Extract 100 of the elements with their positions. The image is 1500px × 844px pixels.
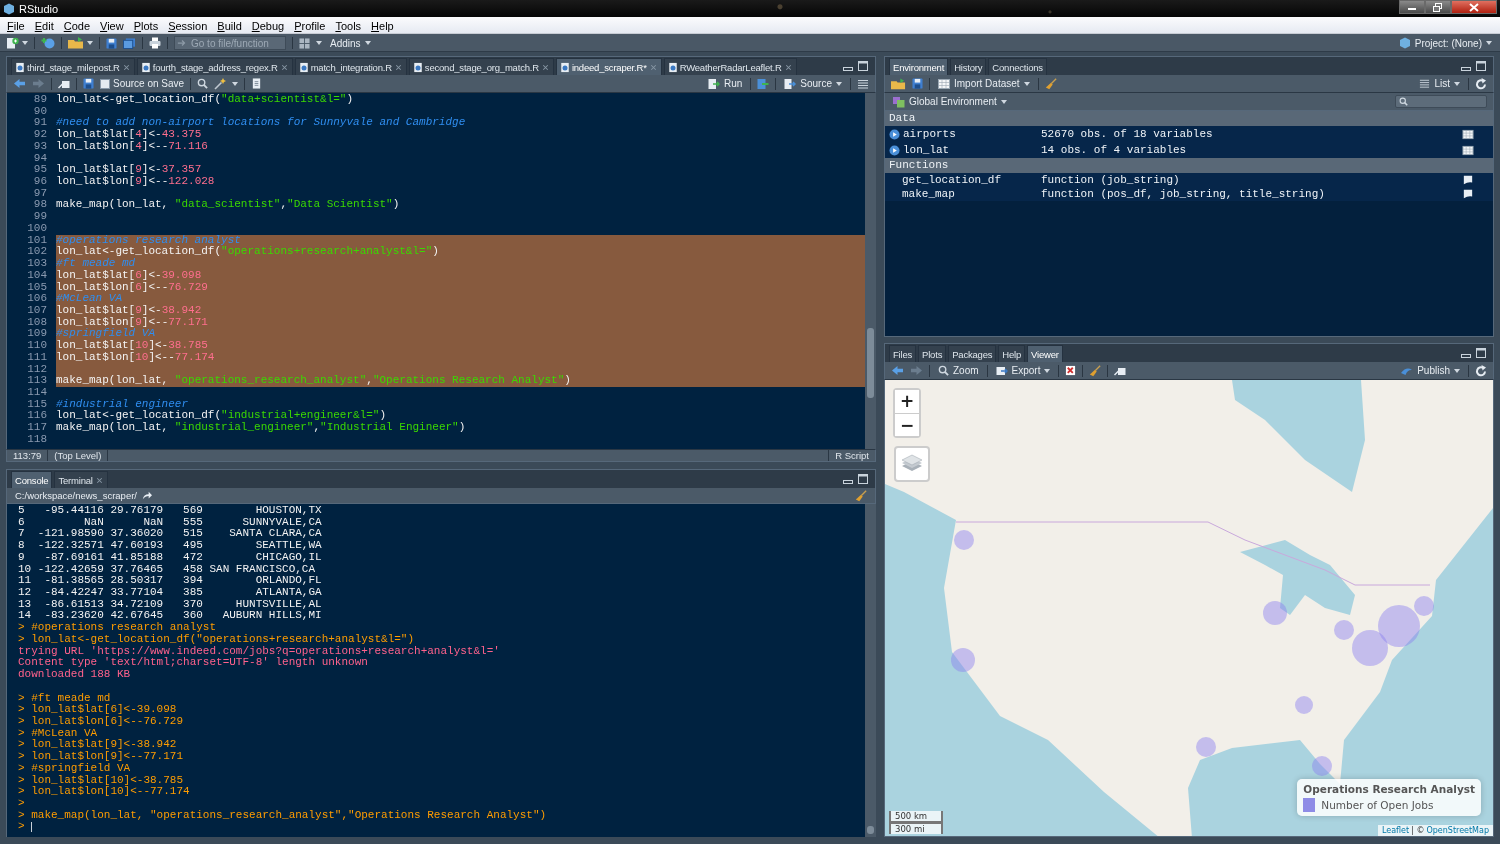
- pane-tab[interactable]: Help: [998, 345, 1026, 362]
- line-number: 113: [26, 375, 47, 387]
- console-line: 6 NaN NaN 555 SUNNYVALE,CA: [18, 515, 322, 528]
- variable-name[interactable]: airports: [903, 128, 956, 140]
- menu-item[interactable]: Plots: [128, 19, 164, 32]
- menu-item[interactable]: File: [2, 19, 30, 32]
- legend-label: Number of Open Jobs: [1321, 799, 1434, 811]
- project-button[interactable]: Project: (None): [1396, 35, 1494, 51]
- function-name[interactable]: get_location_df: [902, 174, 1002, 186]
- section-header: Functions: [885, 158, 1493, 173]
- line-number: 104: [26, 269, 47, 282]
- console-line: > lon_lat$lon[6]<--76.729: [18, 714, 184, 727]
- leaflet-link[interactable]: Leaflet: [1381, 826, 1410, 835]
- menu-item[interactable]: Tools: [330, 19, 367, 32]
- console-line: 11 -81.38565 28.50317 394 ORLANDO,FL: [18, 574, 322, 587]
- pane-tab[interactable]: Files: [889, 345, 917, 362]
- line-number: 115: [26, 398, 47, 411]
- console-prompt[interactable]: >: [18, 821, 32, 834]
- import-dataset-button[interactable]: Import Dataset: [936, 76, 1032, 91]
- console-tab[interactable]: Console: [11, 471, 53, 488]
- console-line: > lon_lat$lon[10]<--77.174: [18, 785, 190, 798]
- pane-tab[interactable]: Plots: [918, 345, 947, 362]
- code-line: lon_lat$lat[9]<-37.357: [56, 164, 203, 176]
- line-number: 91: [32, 117, 47, 130]
- line-number: 108: [26, 316, 47, 329]
- scale-bar: 300 mi: [889, 822, 943, 834]
- code-line: lon_lat<-get_location_df("industrial+engineer&l="): [56, 410, 388, 422]
- variable-name[interactable]: lon_lat: [903, 144, 950, 156]
- zoom-button[interactable]: Zoom: [936, 363, 981, 378]
- line-number: 90: [32, 105, 47, 118]
- code-line: #industrial engineer: [56, 398, 190, 410]
- line-number: 98: [32, 199, 47, 212]
- console-line: 5 -95.44116 29.76179 569 HOUSTON,TX: [18, 504, 322, 516]
- source-on-save-label[interactable]: Source on Save: [113, 78, 185, 89]
- addins-button[interactable]: Addins: [328, 35, 373, 51]
- menu-item[interactable]: Session: [163, 19, 213, 32]
- line-number: 110: [26, 340, 47, 352]
- console-line: > #McLean VA: [18, 726, 98, 739]
- console-line: 10 -122.42659 37.76465 458 SAN FRANCISCO,CA: [18, 562, 316, 575]
- function-signature: function (pos_df, job_string, title_string): [1041, 188, 1326, 200]
- openstreetmap-link[interactable]: OpenStreetMap: [1426, 826, 1489, 835]
- pane-tab[interactable]: Connections: [988, 58, 1047, 75]
- file-tab[interactable]: match_integration.R: [294, 58, 407, 75]
- menu-item[interactable]: Debug: [246, 19, 290, 32]
- file-tab[interactable]: third_stage_milepost.R: [11, 58, 135, 75]
- scope-selector[interactable]: (Top Level): [48, 450, 109, 461]
- menu-item[interactable]: Build: [212, 19, 247, 32]
- console-line: >: [18, 796, 25, 809]
- variable-value: 14 obs. of 4 variables: [1041, 144, 1188, 156]
- line-number: 116: [26, 410, 47, 423]
- code-line: lon_lat$lon[4]<--71.116: [56, 140, 209, 153]
- console-line: trying URL 'https://www.indeed.com/jobs?q=operations+research+analyst&l=': [18, 644, 500, 657]
- scale-bar: 500 km: [889, 811, 943, 823]
- goto-field[interactable]: Go to file/function: [174, 36, 286, 50]
- view-mode-button[interactable]: List: [1417, 76, 1462, 91]
- line-number: 103: [26, 258, 47, 270]
- line-number: 97: [32, 187, 47, 200]
- line-number: 99: [32, 211, 47, 223]
- menu-item[interactable]: View: [95, 19, 129, 32]
- attribution-text: | ©: [1411, 826, 1425, 835]
- code-line: lon_lat$lat[4]<-43.375: [56, 129, 203, 141]
- file-tab[interactable]: RWeatherRadarLeaflet.R: [663, 58, 797, 75]
- console-line: > lon_lat$lat[10]<-38.785: [18, 773, 184, 786]
- console-line: > make_map(lon_lat, "operations_research_analyst","Operations Research Analyst"): [18, 808, 547, 821]
- pane-tab[interactable]: History: [950, 58, 987, 75]
- publish-button[interactable]: Publish: [1398, 363, 1462, 378]
- run-button[interactable]: Run: [705, 76, 745, 91]
- menu-item[interactable]: Help: [366, 19, 399, 32]
- pane-tab[interactable]: Environment: [889, 58, 949, 75]
- line-number: 94: [32, 152, 47, 165]
- function-name[interactable]: make_map: [902, 188, 955, 200]
- console-line: > lon_lat<-get_location_df("operations+research+analyst&l="): [18, 632, 415, 645]
- console-line: > #ft meade md: [18, 691, 111, 704]
- line-number: 112: [26, 363, 47, 376]
- line-number: 102: [26, 246, 47, 259]
- pane-tab[interactable]: Viewer: [1027, 345, 1063, 362]
- console-tab[interactable]: Terminal: [54, 471, 108, 488]
- line-number: 114: [26, 386, 47, 399]
- line-number: 93: [32, 140, 47, 153]
- file-tab[interactable]: fourth_stage_address_regex.R: [136, 58, 293, 75]
- menu-item[interactable]: Edit: [29, 19, 59, 32]
- working-directory: C:/workspace/news_scraper/: [15, 490, 137, 501]
- source-button[interactable]: Source: [782, 76, 844, 91]
- console-line: 8 -122.32571 47.60193 495 SEATTLE,WA: [18, 539, 322, 552]
- export-button[interactable]: Export: [993, 363, 1053, 378]
- console-line: 9 -87.69161 41.85188 472 CHICAGO,IL: [18, 550, 322, 563]
- line-number: 118: [26, 433, 47, 446]
- zoom-out-button[interactable]: −: [895, 413, 919, 436]
- file-type-selector[interactable]: R Script: [828, 450, 875, 461]
- window-title: RStudio: [19, 2, 59, 15]
- line-number: 89: [32, 94, 47, 106]
- menu-item[interactable]: Profile: [289, 19, 331, 32]
- line-number: 100: [26, 222, 47, 235]
- console-line: 7 -121.98590 37.36020 515 SANTA CLARA,CA: [18, 527, 322, 540]
- line-number: 106: [26, 293, 47, 305]
- file-tab[interactable]: indeed_scraper.R*: [555, 58, 662, 75]
- file-tab[interactable]: second_stage_org_match.R: [408, 58, 554, 75]
- pane-tab[interactable]: Packages: [948, 345, 997, 362]
- menu-item[interactable]: Code: [58, 19, 96, 32]
- legend-title: Operations Research Analyst: [1303, 783, 1475, 795]
